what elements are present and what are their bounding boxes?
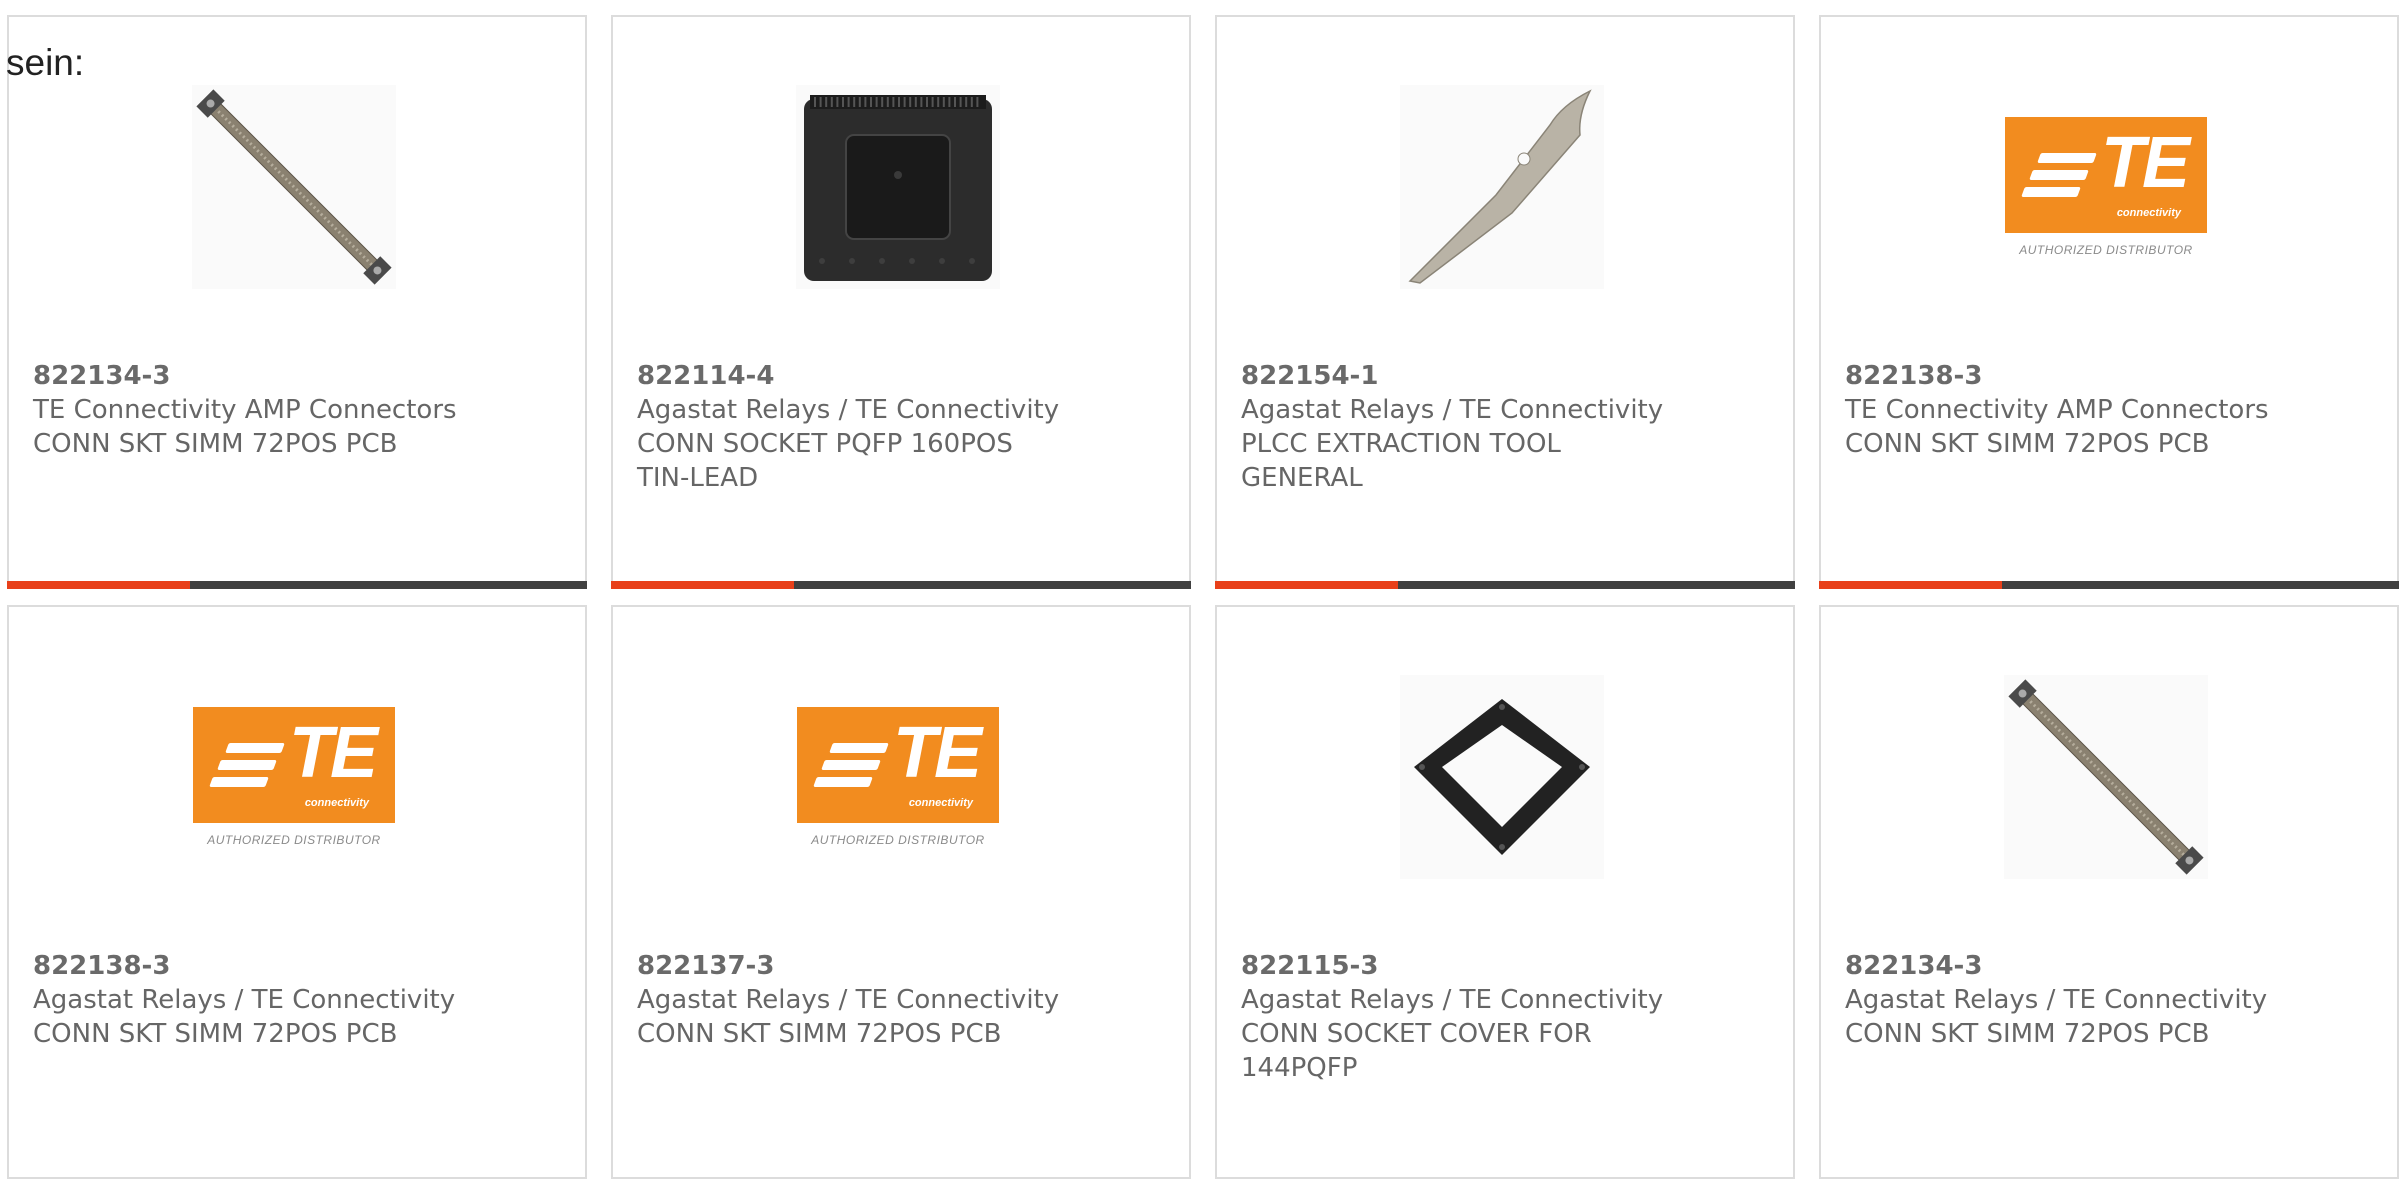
part-number[interactable]: 822137-3 (637, 949, 1137, 983)
te-logo-distributor: AUTHORIZED DISTRIBUTOR (2019, 243, 2193, 257)
te-logo: TE connectivity AUTHORIZED DISTRIBUTOR (192, 707, 396, 847)
product-description-line: Agastat Relays / TE Connectivity (637, 395, 1060, 425)
part-number[interactable]: 822114-4 (637, 359, 1137, 393)
card-bar-accent (1819, 581, 2002, 589)
card-bottom-bar (1215, 581, 1795, 589)
product-image-te-logo[interactable]: TE connectivity AUTHORIZED DISTRIBUTOR (796, 675, 1000, 879)
te-logo-distributor: AUTHORIZED DISTRIBUTOR (811, 833, 985, 847)
product-image-pqfp-socket[interactable] (796, 85, 1000, 289)
product-description-line: PLCC EXTRACTION TOOL (1241, 429, 1561, 459)
te-logo-sub: connectivity (2116, 207, 2181, 219)
product-card[interactable]: TE connectivity AUTHORIZED DISTRIBUTOR 8… (7, 605, 587, 1179)
product-description-line: CONN SKT SIMM 72POS PCB (33, 429, 398, 459)
card-bottom-bar (7, 581, 587, 589)
te-logo-distributor: AUTHORIZED DISTRIBUTOR (207, 833, 381, 847)
card-bottom-bar (611, 581, 1191, 589)
card-bottom-bar (1819, 581, 2399, 589)
product-card[interactable]: TE connectivity AUTHORIZED DISTRIBUTOR 8… (611, 605, 1191, 1179)
product-text: 822115-3 Agastat Relays / TE Connectivity… (1241, 949, 1741, 1085)
product-description-line: Agastat Relays / TE Connectivity (1241, 985, 1664, 1015)
part-number[interactable]: 822134-3 (1845, 949, 2345, 983)
te-logo-word: TE (893, 713, 982, 793)
product-card[interactable]: TE connectivity AUTHORIZED DISTRIBUTOR 8… (1819, 15, 2399, 589)
product-image-te-logo[interactable]: TE connectivity AUTHORIZED DISTRIBUTOR (2004, 85, 2208, 289)
product-card[interactable]: 822115-3 Agastat Relays / TE Connectivity… (1215, 605, 1795, 1179)
part-number[interactable]: 822134-3 (33, 359, 533, 393)
card-bar-accent (1215, 581, 1398, 589)
product-image-simm-socket[interactable] (2004, 675, 2208, 879)
product-text: 822154-1 Agastat Relays / TE Connectivity… (1241, 359, 1741, 495)
product-description-line: CONN SKT SIMM 72POS PCB (637, 1019, 1002, 1049)
product-text: 822138-3 Agastat Relays / TE Connectivity… (33, 949, 533, 1051)
product-image-te-logo[interactable]: TE connectivity AUTHORIZED DISTRIBUTOR (192, 675, 396, 879)
product-card[interactable]: 822154-1 Agastat Relays / TE Connectivity… (1215, 15, 1795, 589)
product-description-line: TIN-LEAD (637, 463, 759, 493)
product-card[interactable]: 822134-3 TE Connectivity AMP Connectors CO… (7, 15, 587, 589)
product-description-line: CONN SKT SIMM 72POS PCB (1845, 1019, 2210, 1049)
product-text: 822134-3 Agastat Relays / TE Connectivity… (1845, 949, 2345, 1051)
product-description-line: CONN SOCKET COVER FOR (1241, 1019, 1592, 1049)
product-grid: 822134-3 TE Connectivity AMP Connectors CO… (0, 0, 2400, 1179)
product-text: 822134-3 TE Connectivity AMP Connectors CO… (33, 359, 533, 461)
product-image-extraction-tool[interactable] (1400, 85, 1604, 289)
product-description-line: CONN SKT SIMM 72POS PCB (1845, 429, 2210, 459)
part-number[interactable]: 822154-1 (1241, 359, 1741, 393)
card-bar-accent (611, 581, 794, 589)
product-description-line: GENERAL (1241, 463, 1363, 493)
product-description-line: Agastat Relays / TE Connectivity (33, 985, 456, 1015)
product-image-socket-cover[interactable] (1400, 675, 1604, 879)
product-text: 822114-4 Agastat Relays / TE Connectivity… (637, 359, 1137, 495)
te-logo-word: TE (2101, 123, 2190, 203)
product-description-line: TE Connectivity AMP Connectors (1845, 395, 2269, 425)
part-number[interactable]: 822138-3 (33, 949, 533, 983)
product-card[interactable]: 822134-3 Agastat Relays / TE Connectivity… (1819, 605, 2399, 1179)
product-text: 822137-3 Agastat Relays / TE Connectivity… (637, 949, 1137, 1051)
intro-text: sein: (6, 42, 85, 83)
te-logo-sub: connectivity (304, 797, 369, 809)
te-logo: TE connectivity AUTHORIZED DISTRIBUTOR (2004, 117, 2208, 257)
te-logo-sub: connectivity (908, 797, 973, 809)
product-card[interactable]: 822114-4 Agastat Relays / TE Connectivity… (611, 15, 1191, 589)
te-logo: TE connectivity AUTHORIZED DISTRIBUTOR (796, 707, 1000, 847)
part-number[interactable]: 822115-3 (1241, 949, 1741, 983)
card-bar-accent (7, 581, 190, 589)
product-description-line: Agastat Relays / TE Connectivity (637, 985, 1060, 1015)
product-description-line: 144PQFP (1241, 1053, 1358, 1083)
product-description-line: Agastat Relays / TE Connectivity (1241, 395, 1664, 425)
part-number[interactable]: 822138-3 (1845, 359, 2345, 393)
product-description-line: TE Connectivity AMP Connectors (33, 395, 457, 425)
product-text: 822138-3 TE Connectivity AMP Connectors CO… (1845, 359, 2345, 461)
product-description-line: CONN SOCKET PQFP 160POS (637, 429, 1013, 459)
product-image-simm-socket[interactable] (192, 85, 396, 289)
te-logo-word: TE (289, 713, 378, 793)
product-description-line: Agastat Relays / TE Connectivity (1845, 985, 2268, 1015)
product-description-line: CONN SKT SIMM 72POS PCB (33, 1019, 398, 1049)
